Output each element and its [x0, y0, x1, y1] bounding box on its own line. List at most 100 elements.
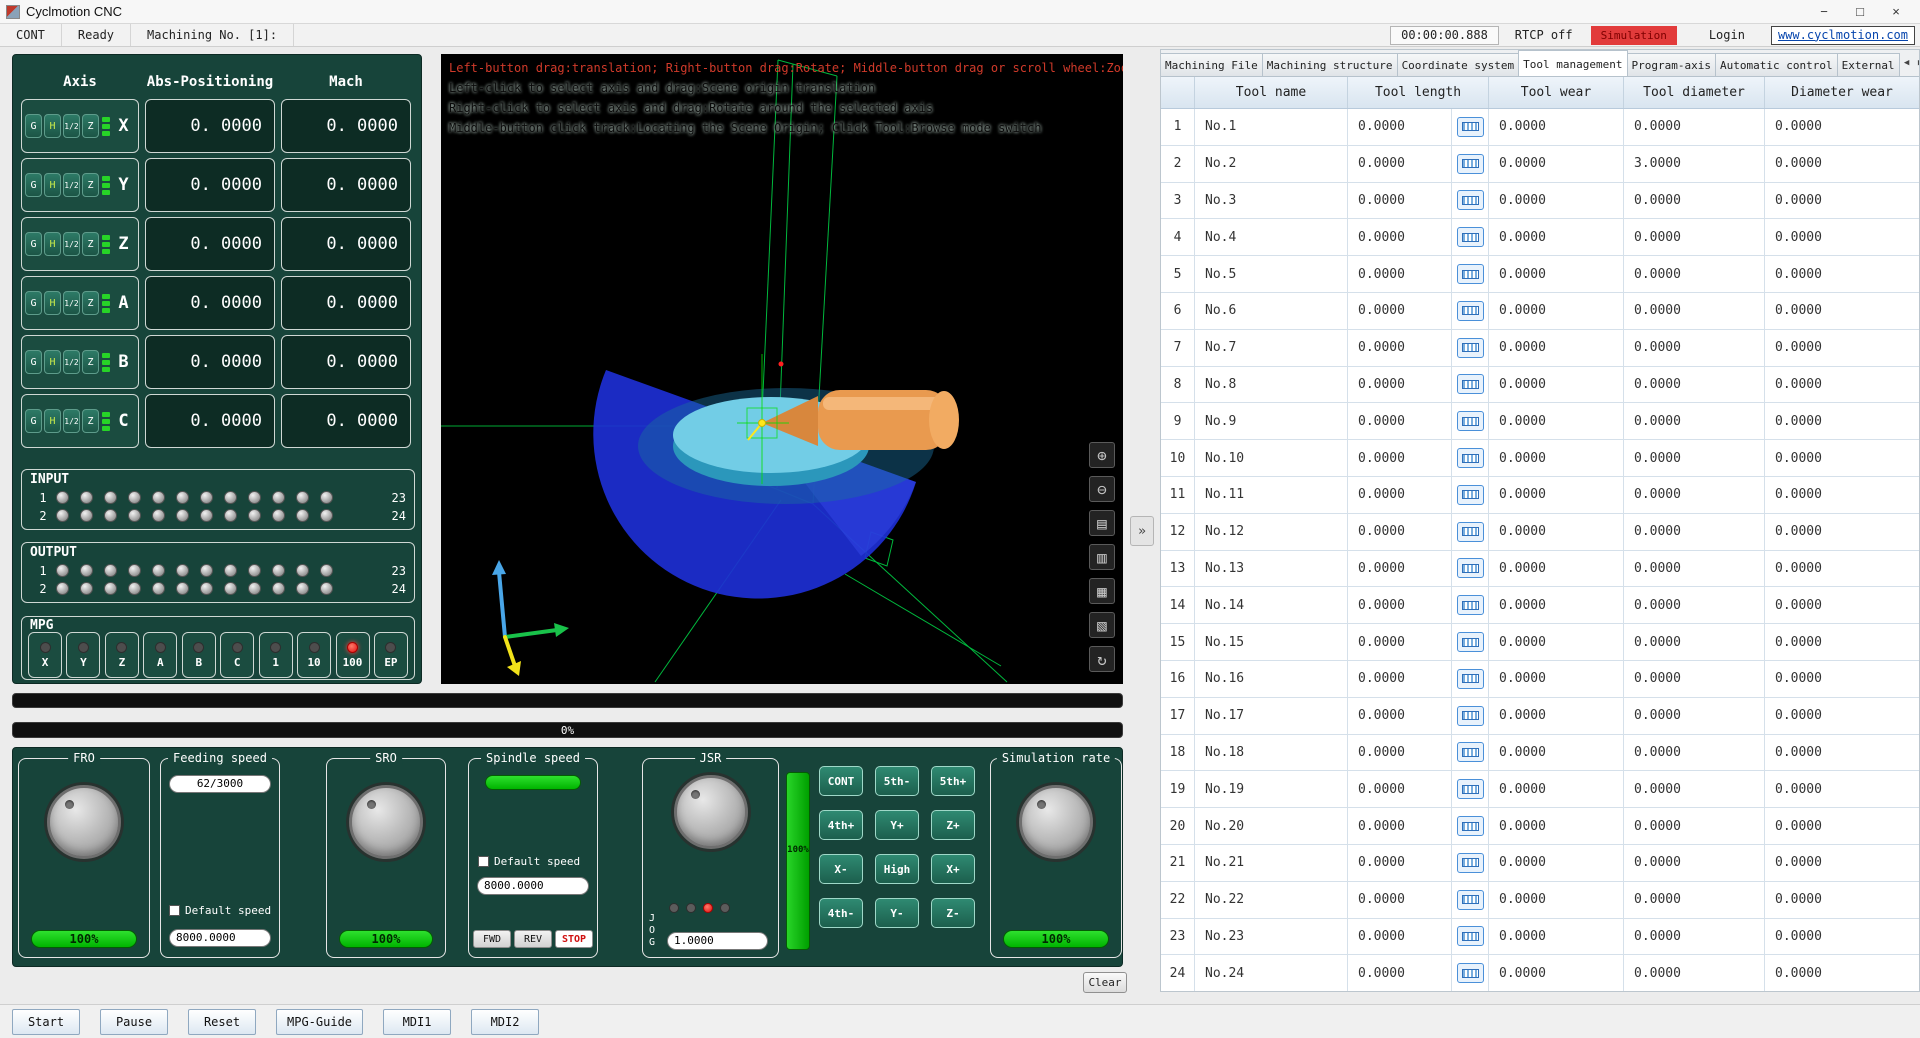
- tool-diameter-cell[interactable]: 0.0000: [1624, 661, 1765, 697]
- checkbox-icon[interactable]: [478, 856, 489, 867]
- tool-diameter-cell[interactable]: 0.0000: [1624, 330, 1765, 366]
- tool-length-cell[interactable]: 0.0000: [1348, 256, 1452, 292]
- zoom-in-icon[interactable]: ⊕: [1089, 442, 1115, 468]
- tool-name-cell[interactable]: No.21: [1195, 845, 1348, 881]
- tool-length-cell[interactable]: 0.0000: [1348, 403, 1452, 439]
- tab-scroll-left-icon[interactable]: ◀: [1900, 53, 1914, 73]
- view-iso-icon[interactable]: ▧: [1089, 612, 1115, 638]
- axis-b-h-button[interactable]: H: [44, 350, 61, 374]
- mpg-c-button[interactable]: C: [220, 632, 254, 678]
- axis-a-h-button[interactable]: H: [44, 291, 61, 315]
- measure-tool-button[interactable]: [1457, 853, 1484, 873]
- axis-c-h-button[interactable]: H: [44, 409, 61, 433]
- measure-tool-button[interactable]: [1457, 558, 1484, 578]
- axis-x-g-button[interactable]: G: [25, 114, 42, 138]
- tool-length-cell[interactable]: 0.0000: [1348, 440, 1452, 476]
- clear-button[interactable]: Clear: [1083, 972, 1127, 993]
- tool-name-cell[interactable]: No.2: [1195, 146, 1348, 182]
- tool-length-cell[interactable]: 0.0000: [1348, 293, 1452, 329]
- sro-knob[interactable]: [349, 785, 423, 859]
- tool-wear-cell[interactable]: 0.0000: [1489, 955, 1624, 991]
- mpg-10-button[interactable]: 10: [297, 632, 331, 678]
- tool-diameter-cell[interactable]: 0.0000: [1624, 219, 1765, 255]
- tab-coordinate-system[interactable]: Coordinate system: [1397, 53, 1520, 76]
- website-link[interactable]: www.cyclmotion.com: [1771, 26, 1915, 45]
- diameter-wear-cell[interactable]: 0.0000: [1765, 551, 1919, 587]
- tool-wear-cell[interactable]: 0.0000: [1489, 624, 1624, 660]
- axis-z-g-button[interactable]: G: [25, 232, 42, 256]
- reset-button[interactable]: Reset: [188, 1009, 256, 1035]
- tool-name-cell[interactable]: No.16: [1195, 661, 1348, 697]
- axis-x-half-button[interactable]: 1/2: [63, 114, 80, 138]
- tool-row-4[interactable]: 4No.40.00000.00000.00000.0000: [1161, 219, 1919, 256]
- tool-length-cell[interactable]: 0.0000: [1348, 771, 1452, 807]
- measure-tool-button[interactable]: [1457, 706, 1484, 726]
- diameter-wear-cell[interactable]: 0.0000: [1765, 367, 1919, 403]
- view-front-icon[interactable]: ▥: [1089, 544, 1115, 570]
- tool-diameter-cell[interactable]: 0.0000: [1624, 551, 1765, 587]
- diameter-wear-cell[interactable]: 0.0000: [1765, 845, 1919, 881]
- measure-tool-button[interactable]: [1457, 154, 1484, 174]
- tab-machining-file[interactable]: Machining File: [1161, 53, 1263, 76]
- tab-tool-management[interactable]: Tool management: [1518, 50, 1627, 77]
- mpg-1-button[interactable]: 1: [259, 632, 293, 678]
- axis-y-half-button[interactable]: 1/2: [63, 173, 80, 197]
- tool-diameter-cell[interactable]: 0.0000: [1624, 735, 1765, 771]
- jog-high-button[interactable]: High: [875, 854, 919, 884]
- jog-cont-button[interactable]: CONT: [819, 766, 863, 796]
- diameter-wear-cell[interactable]: 0.0000: [1765, 514, 1919, 550]
- tool-diameter-cell[interactable]: 0.0000: [1624, 183, 1765, 219]
- axis-z-h-button[interactable]: H: [44, 232, 61, 256]
- view-side-icon[interactable]: ▦: [1089, 578, 1115, 604]
- measure-tool-button[interactable]: [1457, 227, 1484, 247]
- axis-a-half-button[interactable]: 1/2: [63, 291, 80, 315]
- axis-c-g-button[interactable]: G: [25, 409, 42, 433]
- diameter-wear-cell[interactable]: 0.0000: [1765, 882, 1919, 918]
- tool-length-cell[interactable]: 0.0000: [1348, 624, 1452, 660]
- fro-knob[interactable]: [47, 785, 121, 859]
- measure-tool-button[interactable]: [1457, 595, 1484, 615]
- simulation-rate-knob[interactable]: [1019, 785, 1093, 859]
- mpg-y-button[interactable]: Y: [66, 632, 100, 678]
- tool-length-cell[interactable]: 0.0000: [1348, 808, 1452, 844]
- measure-tool-button[interactable]: [1457, 301, 1484, 321]
- diameter-wear-cell[interactable]: 0.0000: [1765, 109, 1919, 145]
- diameter-wear-cell[interactable]: 0.0000: [1765, 771, 1919, 807]
- tool-name-cell[interactable]: No.12: [1195, 514, 1348, 550]
- mdi1-button[interactable]: MDI1: [383, 1009, 451, 1035]
- axis-x-z-button[interactable]: Z: [82, 114, 99, 138]
- tool-wear-cell[interactable]: 0.0000: [1489, 698, 1624, 734]
- tool-diameter-cell[interactable]: 0.0000: [1624, 808, 1765, 844]
- checkbox-icon[interactable]: [169, 905, 180, 916]
- mdi2-button[interactable]: MDI2: [471, 1009, 539, 1035]
- tool-name-cell[interactable]: No.8: [1195, 367, 1348, 403]
- close-button[interactable]: ×: [1878, 1, 1914, 23]
- axis-z-z-button[interactable]: Z: [82, 232, 99, 256]
- axis-a-g-button[interactable]: G: [25, 291, 42, 315]
- tool-length-cell[interactable]: 0.0000: [1348, 587, 1452, 623]
- measure-tool-button[interactable]: [1457, 779, 1484, 799]
- tool-row-23[interactable]: 23No.230.00000.00000.00000.0000: [1161, 919, 1919, 956]
- tool-row-8[interactable]: 8No.80.00000.00000.00000.0000: [1161, 367, 1919, 404]
- diameter-wear-cell[interactable]: 0.0000: [1765, 735, 1919, 771]
- tool-diameter-cell[interactable]: 0.0000: [1624, 293, 1765, 329]
- measure-tool-button[interactable]: [1457, 411, 1484, 431]
- tool-name-cell[interactable]: No.20: [1195, 808, 1348, 844]
- jog-y-plus-button[interactable]: Y+: [875, 810, 919, 840]
- tool-length-cell[interactable]: 0.0000: [1348, 477, 1452, 513]
- tool-wear-cell[interactable]: 0.0000: [1489, 477, 1624, 513]
- jog-4th-plus-button[interactable]: 4th+: [819, 810, 863, 840]
- tool-diameter-cell[interactable]: 0.0000: [1624, 109, 1765, 145]
- tool-row-14[interactable]: 14No.140.00000.00000.00000.0000: [1161, 587, 1919, 624]
- axis-c-half-button[interactable]: 1/2: [63, 409, 80, 433]
- diameter-wear-cell[interactable]: 0.0000: [1765, 698, 1919, 734]
- axis-c-z-button[interactable]: Z: [82, 409, 99, 433]
- diameter-wear-cell[interactable]: 0.0000: [1765, 661, 1919, 697]
- tool-diameter-cell[interactable]: 0.0000: [1624, 698, 1765, 734]
- tool-diameter-cell[interactable]: 0.0000: [1624, 477, 1765, 513]
- feeding-default-speed-checkbox[interactable]: Default speed: [169, 904, 271, 917]
- axis-y-z-button[interactable]: Z: [82, 173, 99, 197]
- tool-wear-cell[interactable]: 0.0000: [1489, 551, 1624, 587]
- tool-row-21[interactable]: 21No.210.00000.00000.00000.0000: [1161, 845, 1919, 882]
- diameter-wear-cell[interactable]: 0.0000: [1765, 146, 1919, 182]
